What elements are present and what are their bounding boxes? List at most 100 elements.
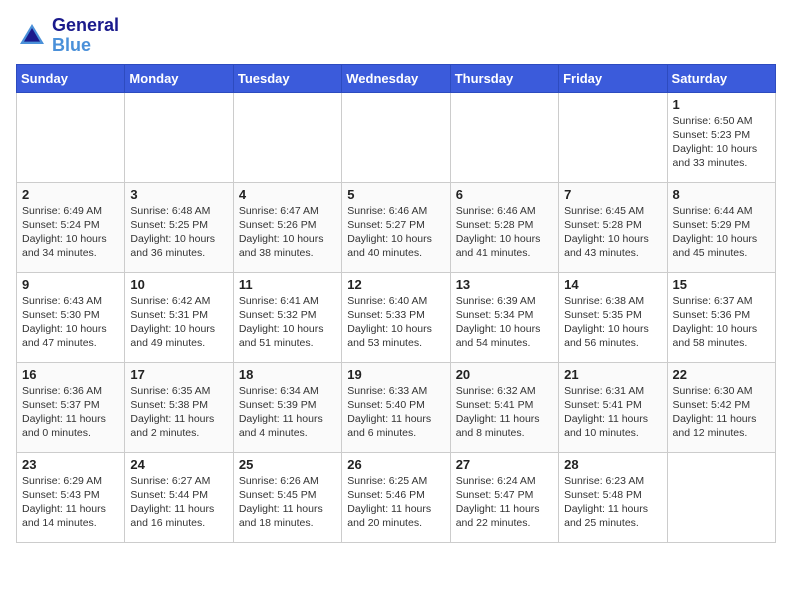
day-info: Sunrise: 6:41 AM Sunset: 5:32 PM Dayligh…	[239, 294, 336, 351]
day-info: Sunrise: 6:39 AM Sunset: 5:34 PM Dayligh…	[456, 294, 553, 351]
day-info: Sunrise: 6:34 AM Sunset: 5:39 PM Dayligh…	[239, 384, 336, 441]
calendar-cell: 1 Sunrise: 6:50 AM Sunset: 5:23 PM Daylig…	[667, 92, 775, 182]
day-number: 15	[673, 277, 770, 292]
calendar-header: SundayMondayTuesdayWednesdayThursdayFrid…	[17, 64, 776, 92]
weekday-header-sunday: Sunday	[17, 64, 125, 92]
week-row-1: 1 Sunrise: 6:50 AM Sunset: 5:23 PM Daylig…	[17, 92, 776, 182]
day-info: Sunrise: 6:33 AM Sunset: 5:40 PM Dayligh…	[347, 384, 444, 441]
day-number: 16	[22, 367, 119, 382]
weekday-header-thursday: Thursday	[450, 64, 558, 92]
day-number: 12	[347, 277, 444, 292]
calendar-cell	[559, 92, 667, 182]
calendar-table: SundayMondayTuesdayWednesdayThursdayFrid…	[16, 64, 776, 543]
day-info: Sunrise: 6:36 AM Sunset: 5:37 PM Dayligh…	[22, 384, 119, 441]
day-info: Sunrise: 6:48 AM Sunset: 5:25 PM Dayligh…	[130, 204, 227, 261]
calendar-cell: 2 Sunrise: 6:49 AM Sunset: 5:24 PM Daylig…	[17, 182, 125, 272]
calendar-cell: 14 Sunrise: 6:38 AM Sunset: 5:35 PM Dayli…	[559, 272, 667, 362]
day-info: Sunrise: 6:32 AM Sunset: 5:41 PM Dayligh…	[456, 384, 553, 441]
calendar-cell: 21 Sunrise: 6:31 AM Sunset: 5:41 PM Dayli…	[559, 362, 667, 452]
calendar-cell	[233, 92, 341, 182]
calendar-cell: 18 Sunrise: 6:34 AM Sunset: 5:39 PM Dayli…	[233, 362, 341, 452]
day-info: Sunrise: 6:45 AM Sunset: 5:28 PM Dayligh…	[564, 204, 661, 261]
day-info: Sunrise: 6:42 AM Sunset: 5:31 PM Dayligh…	[130, 294, 227, 351]
day-info: Sunrise: 6:24 AM Sunset: 5:47 PM Dayligh…	[456, 474, 553, 531]
week-row-3: 9 Sunrise: 6:43 AM Sunset: 5:30 PM Daylig…	[17, 272, 776, 362]
day-number: 27	[456, 457, 553, 472]
day-number: 13	[456, 277, 553, 292]
day-info: Sunrise: 6:40 AM Sunset: 5:33 PM Dayligh…	[347, 294, 444, 351]
calendar-cell	[125, 92, 233, 182]
day-number: 20	[456, 367, 553, 382]
day-number: 19	[347, 367, 444, 382]
day-number: 8	[673, 187, 770, 202]
week-row-5: 23 Sunrise: 6:29 AM Sunset: 5:43 PM Dayli…	[17, 452, 776, 542]
day-number: 23	[22, 457, 119, 472]
day-number: 25	[239, 457, 336, 472]
day-number: 17	[130, 367, 227, 382]
day-number: 3	[130, 187, 227, 202]
day-info: Sunrise: 6:46 AM Sunset: 5:27 PM Dayligh…	[347, 204, 444, 261]
day-number: 14	[564, 277, 661, 292]
logo-icon	[16, 20, 48, 52]
calendar-cell: 5 Sunrise: 6:46 AM Sunset: 5:27 PM Daylig…	[342, 182, 450, 272]
day-info: Sunrise: 6:29 AM Sunset: 5:43 PM Dayligh…	[22, 474, 119, 531]
day-info: Sunrise: 6:44 AM Sunset: 5:29 PM Dayligh…	[673, 204, 770, 261]
calendar-cell: 20 Sunrise: 6:32 AM Sunset: 5:41 PM Dayli…	[450, 362, 558, 452]
day-number: 7	[564, 187, 661, 202]
day-number: 26	[347, 457, 444, 472]
day-info: Sunrise: 6:27 AM Sunset: 5:44 PM Dayligh…	[130, 474, 227, 531]
calendar-cell: 11 Sunrise: 6:41 AM Sunset: 5:32 PM Dayli…	[233, 272, 341, 362]
day-info: Sunrise: 6:31 AM Sunset: 5:41 PM Dayligh…	[564, 384, 661, 441]
calendar-cell: 28 Sunrise: 6:23 AM Sunset: 5:48 PM Dayli…	[559, 452, 667, 542]
day-info: Sunrise: 6:30 AM Sunset: 5:42 PM Dayligh…	[673, 384, 770, 441]
calendar-cell: 3 Sunrise: 6:48 AM Sunset: 5:25 PM Daylig…	[125, 182, 233, 272]
calendar-cell: 19 Sunrise: 6:33 AM Sunset: 5:40 PM Dayli…	[342, 362, 450, 452]
day-number: 11	[239, 277, 336, 292]
day-info: Sunrise: 6:26 AM Sunset: 5:45 PM Dayligh…	[239, 474, 336, 531]
day-number: 6	[456, 187, 553, 202]
calendar-cell: 8 Sunrise: 6:44 AM Sunset: 5:29 PM Daylig…	[667, 182, 775, 272]
day-number: 18	[239, 367, 336, 382]
day-info: Sunrise: 6:47 AM Sunset: 5:26 PM Dayligh…	[239, 204, 336, 261]
day-number: 28	[564, 457, 661, 472]
week-row-2: 2 Sunrise: 6:49 AM Sunset: 5:24 PM Daylig…	[17, 182, 776, 272]
day-info: Sunrise: 6:46 AM Sunset: 5:28 PM Dayligh…	[456, 204, 553, 261]
day-number: 1	[673, 97, 770, 112]
day-info: Sunrise: 6:23 AM Sunset: 5:48 PM Dayligh…	[564, 474, 661, 531]
page-header: General Blue	[16, 16, 776, 56]
calendar-cell: 4 Sunrise: 6:47 AM Sunset: 5:26 PM Daylig…	[233, 182, 341, 272]
day-number: 2	[22, 187, 119, 202]
calendar-cell: 24 Sunrise: 6:27 AM Sunset: 5:44 PM Dayli…	[125, 452, 233, 542]
day-number: 9	[22, 277, 119, 292]
day-number: 4	[239, 187, 336, 202]
day-number: 5	[347, 187, 444, 202]
calendar-cell: 26 Sunrise: 6:25 AM Sunset: 5:46 PM Dayli…	[342, 452, 450, 542]
logo: General Blue	[16, 16, 119, 56]
calendar-cell: 9 Sunrise: 6:43 AM Sunset: 5:30 PM Daylig…	[17, 272, 125, 362]
day-info: Sunrise: 6:38 AM Sunset: 5:35 PM Dayligh…	[564, 294, 661, 351]
calendar-cell: 27 Sunrise: 6:24 AM Sunset: 5:47 PM Dayli…	[450, 452, 558, 542]
calendar-cell	[17, 92, 125, 182]
calendar-cell: 15 Sunrise: 6:37 AM Sunset: 5:36 PM Dayli…	[667, 272, 775, 362]
calendar-cell	[342, 92, 450, 182]
day-info: Sunrise: 6:37 AM Sunset: 5:36 PM Dayligh…	[673, 294, 770, 351]
weekday-header-wednesday: Wednesday	[342, 64, 450, 92]
weekday-header-tuesday: Tuesday	[233, 64, 341, 92]
day-info: Sunrise: 6:43 AM Sunset: 5:30 PM Dayligh…	[22, 294, 119, 351]
week-row-4: 16 Sunrise: 6:36 AM Sunset: 5:37 PM Dayli…	[17, 362, 776, 452]
weekday-header-saturday: Saturday	[667, 64, 775, 92]
calendar-cell: 22Sunrise: 6:30 AM Sunset: 5:42 PM Dayli…	[667, 362, 775, 452]
calendar-cell	[667, 452, 775, 542]
weekday-header-friday: Friday	[559, 64, 667, 92]
day-number: 21	[564, 367, 661, 382]
weekday-header-monday: Monday	[125, 64, 233, 92]
day-info: Sunrise: 6:49 AM Sunset: 5:24 PM Dayligh…	[22, 204, 119, 261]
day-number: 24	[130, 457, 227, 472]
day-number: 10	[130, 277, 227, 292]
calendar-cell: 25 Sunrise: 6:26 AM Sunset: 5:45 PM Dayli…	[233, 452, 341, 542]
day-info: Sunrise: 6:25 AM Sunset: 5:46 PM Dayligh…	[347, 474, 444, 531]
calendar-cell: 6 Sunrise: 6:46 AM Sunset: 5:28 PM Daylig…	[450, 182, 558, 272]
calendar-cell: 13 Sunrise: 6:39 AM Sunset: 5:34 PM Dayli…	[450, 272, 558, 362]
calendar-cell: 16 Sunrise: 6:36 AM Sunset: 5:37 PM Dayli…	[17, 362, 125, 452]
day-info: Sunrise: 6:50 AM Sunset: 5:23 PM Dayligh…	[673, 114, 770, 171]
